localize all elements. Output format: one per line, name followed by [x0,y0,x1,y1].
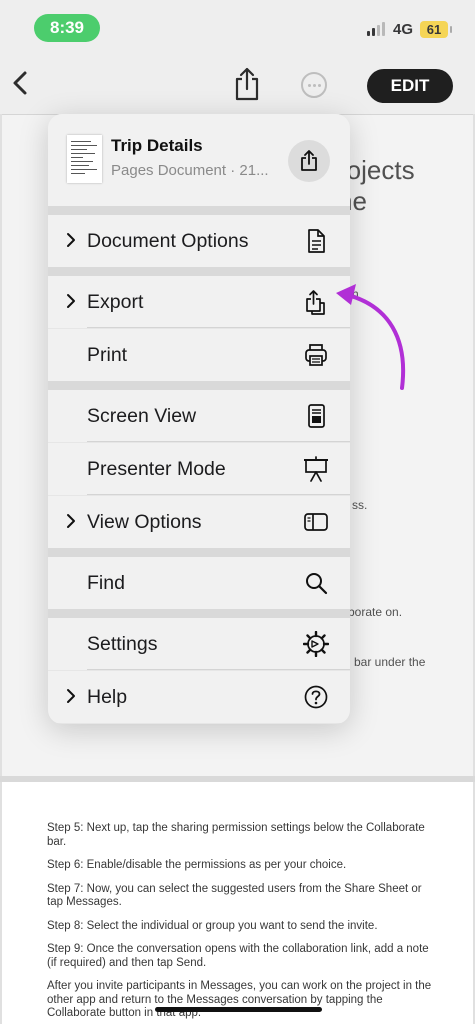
menu-item-label: View Options [87,511,202,533]
menu-item-label: Export [87,291,144,313]
document-icon [308,229,325,253]
menu-item-label: Document Options [87,230,249,252]
menu-header: Trip Details Pages Document · 21... [48,114,350,206]
export-icon [306,290,325,315]
menu-item-label: Help [87,686,128,708]
menu-item-settings[interactable]: Settings [48,618,350,670]
row-divider [87,669,350,670]
chevron-right-icon [67,233,75,247]
document-thumbnail [67,135,102,183]
document-info: Pages Document · 21... [111,162,269,179]
menu-item-print[interactable]: Print [48,329,350,381]
menu-item-view-options[interactable]: View Options [48,496,350,548]
home-indicator[interactable] [155,1007,322,1012]
chevron-right-icon [67,689,75,703]
menu-item-label: Print [87,344,128,366]
menu-item-label: Settings [87,633,158,655]
menu-separator [48,381,350,390]
row-divider [87,494,350,495]
screen-view-icon [308,404,325,428]
menu-item-screen-view[interactable]: Screen View [48,390,350,442]
annotation-arrow-icon [336,284,405,390]
chevron-right-icon [67,294,75,308]
more-menu: Trip Details Pages Document · 21... Docu… [48,114,350,724]
menu-item-help[interactable]: Help [48,671,350,723]
gear-icon [303,631,329,657]
menu-item-find[interactable]: Find [48,557,350,609]
menu-item-presenter-mode[interactable]: Presenter Mode [48,443,350,495]
document-name: Trip Details [111,136,203,155]
row-divider [87,441,350,442]
row-divider [87,327,350,328]
menu-item-label: Find [87,572,125,594]
menu-separator [48,609,350,618]
menu-separator [48,267,350,276]
menu-item-export[interactable]: Export [48,276,350,328]
help-icon [304,685,328,709]
sidebar-icon [304,513,328,531]
menu-separator [48,548,350,557]
menu-item-label: Presenter Mode [87,458,226,480]
share-document-button[interactable] [288,140,330,182]
share-icon [301,150,317,171]
menu-separator [48,206,350,215]
presenter-icon [304,456,328,482]
menu-item-document-options[interactable]: Document Options [48,215,350,267]
search-icon [306,573,328,595]
printer-icon [305,344,327,366]
chevron-right-icon [67,514,75,528]
menu-item-label: Screen View [87,405,197,427]
